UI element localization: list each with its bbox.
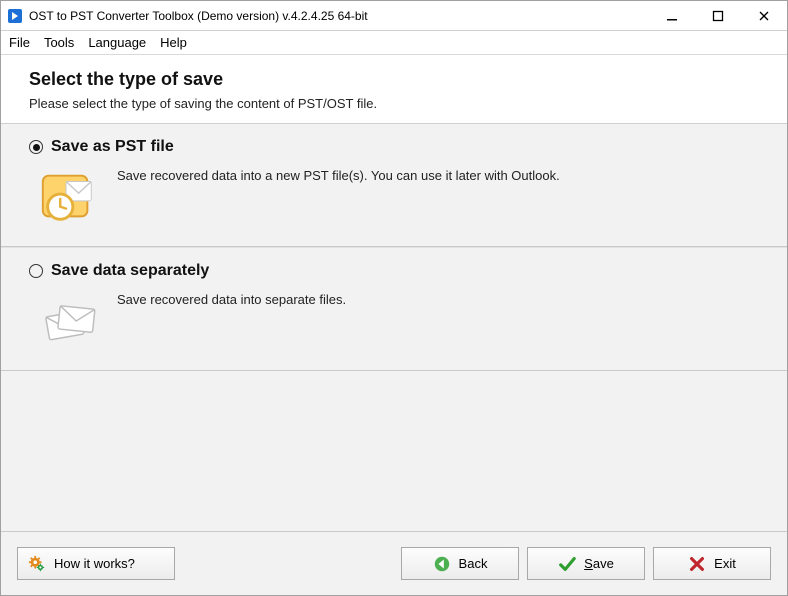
page-title: Select the type of save	[29, 69, 759, 90]
minimize-button[interactable]	[649, 1, 695, 30]
option-save-separately-title: Save data separately	[51, 262, 209, 280]
option-save-as-pst-desc: Save recovered data into a new PST file(…	[117, 166, 560, 228]
option-save-separately[interactable]: Save data separately	[1, 247, 787, 371]
check-icon	[558, 555, 576, 573]
options-list: Save as PST file Save recovered data int…	[1, 124, 787, 531]
app-icon	[7, 8, 23, 24]
footer: How it works? Back Save Exit	[1, 531, 787, 595]
page-subtitle: Please select the type of saving the con…	[29, 96, 759, 111]
save-button[interactable]: Save	[527, 547, 645, 580]
menu-file[interactable]: File	[9, 35, 30, 50]
window-controls	[649, 1, 787, 30]
menu-tools[interactable]: Tools	[44, 35, 74, 50]
option-save-as-pst-title: Save as PST file	[51, 138, 174, 156]
menubar: File Tools Language Help	[1, 31, 787, 55]
close-x-icon	[688, 555, 706, 573]
close-button[interactable]	[741, 1, 787, 30]
how-it-works-label: How it works?	[54, 556, 135, 571]
window-title: OST to PST Converter Toolbox (Demo versi…	[29, 9, 649, 23]
outlook-pst-icon	[37, 166, 99, 228]
exit-label: Exit	[714, 556, 736, 571]
maximize-button[interactable]	[695, 1, 741, 30]
back-button[interactable]: Back	[401, 547, 519, 580]
radio-save-separately[interactable]	[29, 264, 43, 278]
radio-save-as-pst[interactable]	[29, 140, 43, 154]
exit-button[interactable]: Exit	[653, 547, 771, 580]
back-label: Back	[459, 556, 488, 571]
titlebar: OST to PST Converter Toolbox (Demo versi…	[1, 1, 787, 31]
gears-icon	[28, 555, 46, 573]
how-it-works-button[interactable]: How it works?	[17, 547, 175, 580]
envelopes-icon	[37, 290, 99, 352]
menu-help[interactable]: Help	[160, 35, 187, 50]
save-label: Save	[584, 556, 614, 571]
option-save-as-pst[interactable]: Save as PST file Save recovered data int…	[1, 124, 787, 247]
menu-language[interactable]: Language	[88, 35, 146, 50]
arrow-left-icon	[433, 555, 451, 573]
app-window: OST to PST Converter Toolbox (Demo versi…	[0, 0, 788, 596]
page-header: Select the type of save Please select th…	[1, 55, 787, 124]
option-save-separately-desc: Save recovered data into separate files.	[117, 290, 346, 352]
content: Select the type of save Please select th…	[1, 55, 787, 595]
